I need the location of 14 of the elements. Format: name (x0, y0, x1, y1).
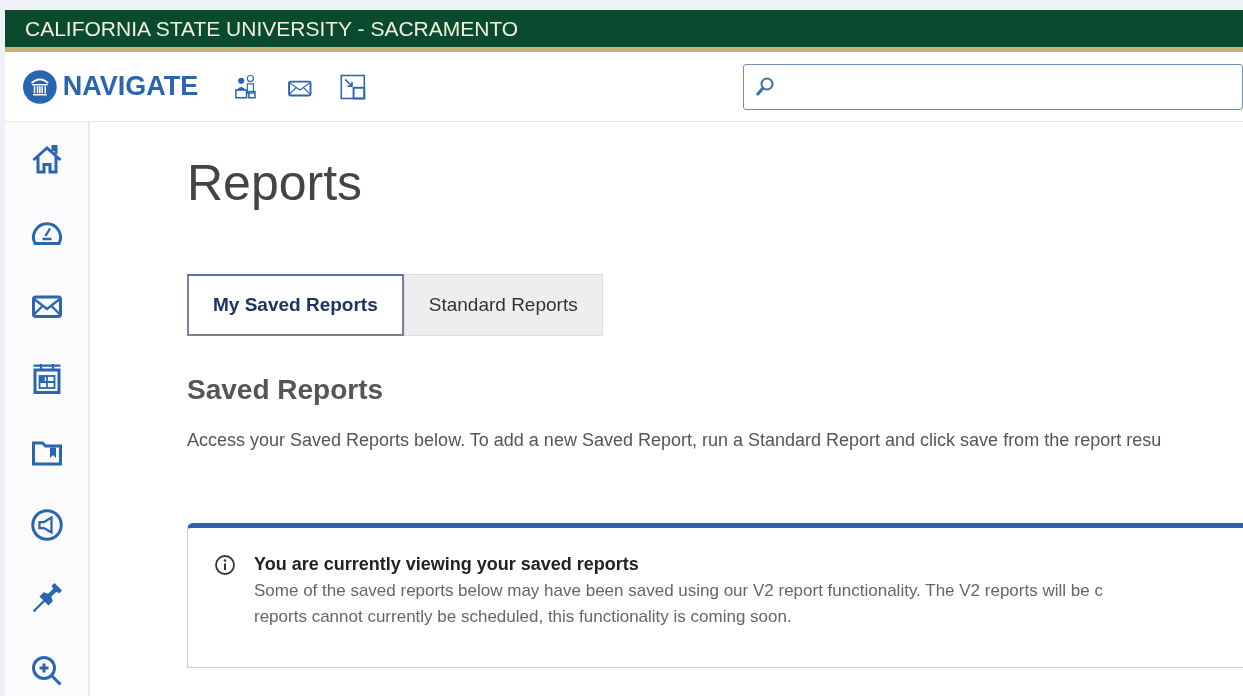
report-tab[interactable]: Standard Reports (403, 274, 603, 336)
search-icon (754, 75, 776, 98)
notice-title: You are currently viewing your saved reports (254, 554, 640, 575)
notice-text: reports cannot currently be scheduled, this functionality is coming soon. (254, 607, 793, 627)
section-title: Saved Reports (187, 374, 385, 406)
info-icon (214, 554, 236, 576)
notice-text: Some of the saved reports below may have been saved using our V2 report functionality. The V2 reports will be c (254, 581, 1103, 601)
report-tab[interactable]: My Saved Reports (187, 274, 404, 336)
university-name: CALIFORNIA STATE UNIVERSITY - SACRAMENTO (25, 16, 519, 41)
brand-name[interactable]: NAVIGATE (62, 71, 199, 102)
search-field[interactable] (743, 63, 1243, 110)
section-description: Access your Saved Reports below. To add a new Saved Report, run a Standard Report and click save from the report resu (187, 430, 1163, 451)
page-title: Reports (187, 154, 364, 212)
megaphone-icon[interactable] (28, 507, 65, 543)
